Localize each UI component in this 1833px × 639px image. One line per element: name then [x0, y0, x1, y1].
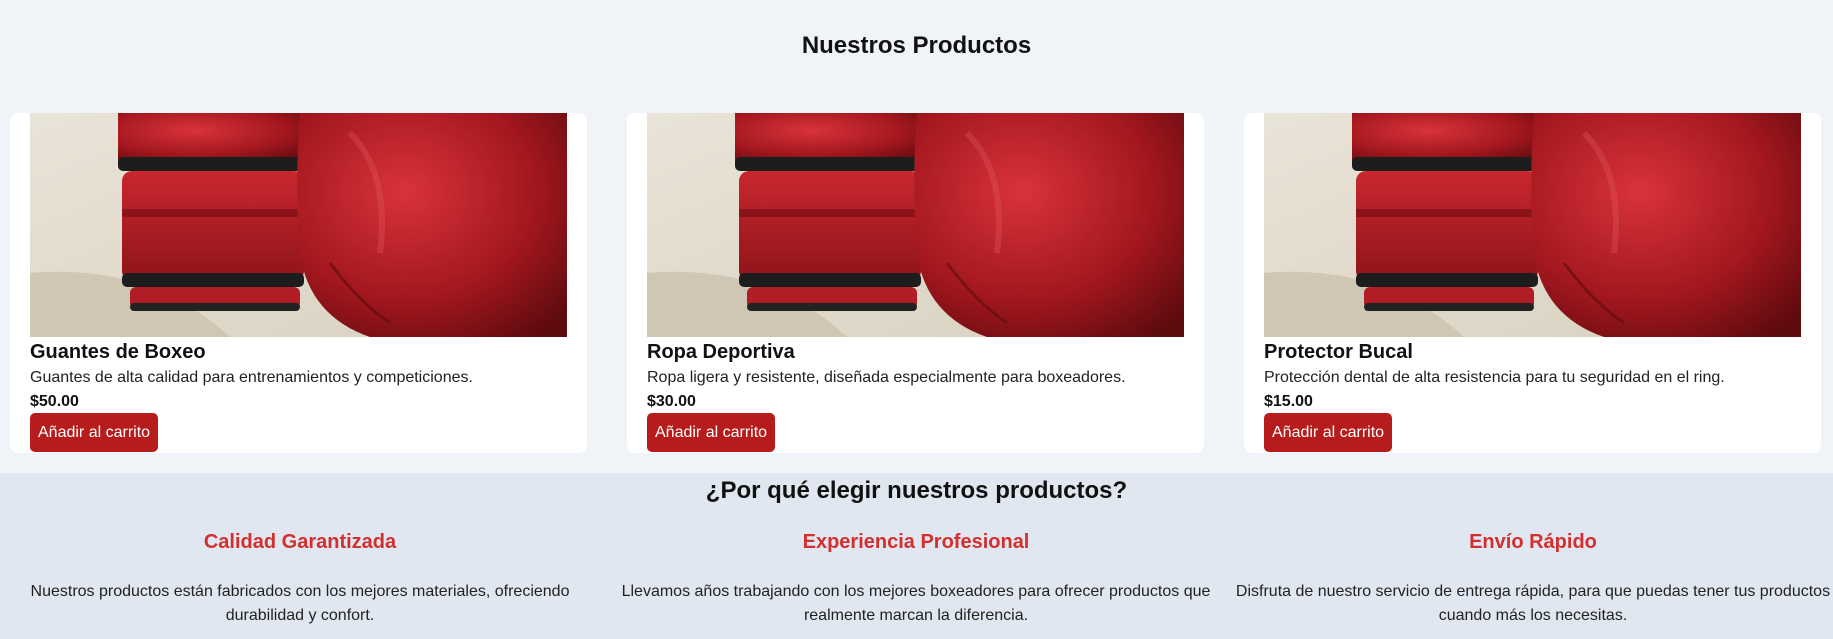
boxing-gloves-image [1264, 113, 1801, 337]
product-price: $15.00 [1264, 393, 1313, 410]
feature-title: Envío Rápido [1469, 531, 1597, 553]
product-description: Guantes de alta calidad para entrenamien… [30, 369, 473, 386]
add-to-cart-button[interactable]: Añadir al carrito [647, 413, 776, 452]
product-price: $30.00 [647, 393, 696, 410]
feature-text: Disfruta de nuestro servicio de entrega … [1235, 583, 1831, 624]
boxing-gloves-image [647, 113, 1184, 337]
feature-block: Calidad Garantizada Nuestros productos e… [0, 531, 600, 628]
feature-block: Envío Rápido Disfruta de nuestro servici… [1233, 531, 1833, 628]
feature-text: Llevamos años trabajando con los mejores… [621, 583, 1211, 624]
add-to-cart-button[interactable]: Añadir al carrito [30, 413, 159, 452]
product-name: Ropa Deportiva [647, 341, 795, 363]
product-card: Protector Bucal Protección dental de alt… [1244, 113, 1821, 453]
why-choose-us-section: ¿Por qué elegir nuestros productos? Cali… [0, 473, 1833, 639]
feature-block: Experiencia Profesional Llevamos años tr… [616, 531, 1216, 628]
feature-text: Nuestros productos están fabricados con … [30, 583, 570, 624]
product-name: Protector Bucal [1264, 341, 1413, 363]
product-card: Ropa Deportiva Ropa ligera y resistente,… [627, 113, 1204, 453]
product-name: Guantes de Boxeo [30, 341, 206, 363]
feature-title: Calidad Garantizada [203, 531, 397, 553]
product-price: $50.00 [30, 393, 79, 410]
product-description: Ropa ligera y resistente, diseñada espec… [647, 369, 1126, 386]
products-section: Nuestros Productos Guantes de Boxeo Guan… [0, 0, 1833, 473]
why-section-title: ¿Por qué elegir nuestros productos? [705, 477, 1128, 504]
product-card: Guantes de Boxeo Guantes de alta calidad… [10, 113, 587, 453]
products-section-title: Nuestros Productos [801, 32, 1032, 59]
product-description: Protección dental de alta resistencia pa… [1264, 369, 1725, 386]
add-to-cart-button[interactable]: Añadir al carrito [1264, 413, 1393, 452]
boxing-gloves-image [30, 113, 567, 337]
feature-title: Experiencia Profesional [802, 531, 1030, 553]
